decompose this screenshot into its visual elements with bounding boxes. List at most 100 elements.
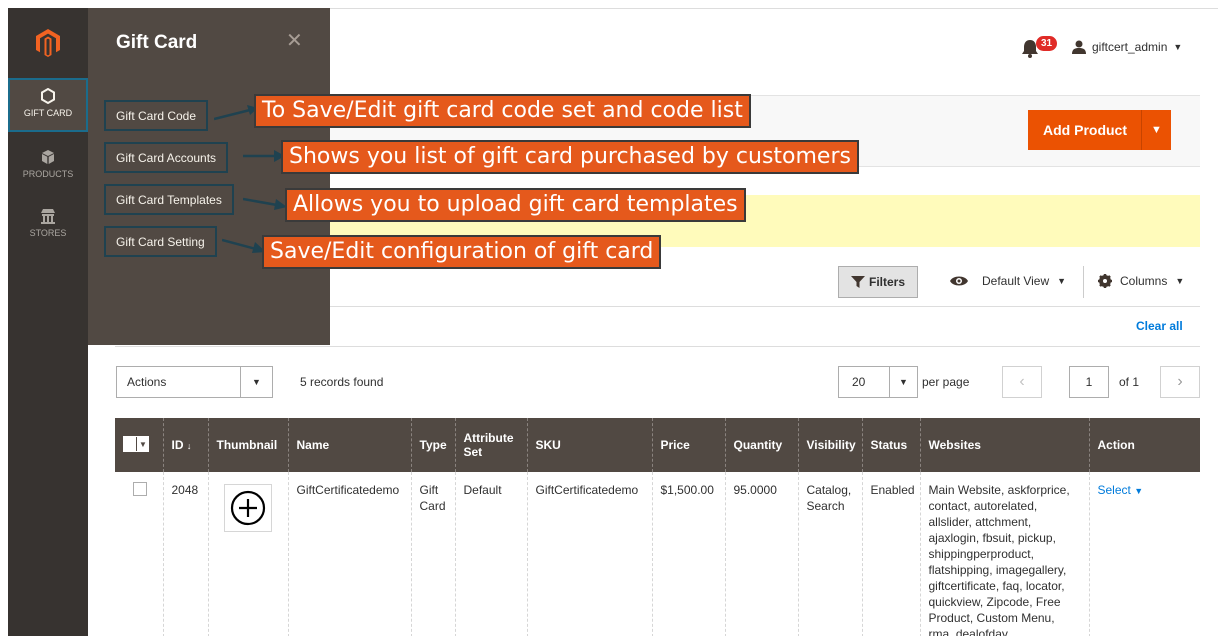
per-page-label: per page (922, 375, 970, 389)
column-header-status[interactable]: Status (861, 418, 920, 472)
chevron-down-icon: ▼ (1175, 276, 1185, 286)
filters-button[interactable]: Filters (838, 266, 919, 298)
sort-arrow-icon: ↓ (186, 441, 192, 451)
column-label: ID (171, 438, 184, 452)
admin-sidebar: GIFT CARD PRODUCTS STORES (8, 8, 88, 636)
column-header-thumbnail: Thumbnail (207, 418, 288, 472)
cube-icon (42, 150, 54, 164)
divider (115, 346, 1200, 347)
column-header-sku[interactable]: SKU (526, 418, 652, 472)
per-page-select[interactable]: 20 ▼ (838, 366, 918, 398)
sidebar-item-stores[interactable]: STORES (8, 200, 88, 254)
chevron-down-icon: ▼ (889, 367, 917, 397)
chevron-down-icon: ▼ (1134, 486, 1144, 496)
chevron-down-icon: ▼ (137, 437, 149, 451)
column-header-id[interactable]: ID ↓ (162, 418, 208, 472)
chevron-down-icon: ▼ (1151, 124, 1162, 136)
chevron-right-icon: › (1177, 373, 1183, 390)
product-thumbnail[interactable] (223, 484, 272, 532)
table-row: 2048 GiftCertificatedemo Gift Card Defau… (115, 472, 1200, 636)
add-product-dropdown-toggle[interactable]: ▼ (1141, 110, 1171, 150)
column-header-visibility[interactable]: Visibility (797, 418, 862, 472)
row-action-select[interactable]: Select ▼ (1098, 483, 1144, 497)
columns-control[interactable]: Columns ▼ (1098, 274, 1184, 288)
divider (330, 306, 1200, 307)
magento-logo[interactable] (8, 8, 88, 78)
product-grid: ▼ ID ↓ Thumbnail Name Type Attribute Set… (115, 418, 1200, 636)
toolbar-divider (1083, 266, 1084, 298)
plus-circle-icon (230, 490, 265, 526)
add-product-label: Add Product (1043, 122, 1127, 138)
add-product-button[interactable]: Add Product ▼ (1028, 110, 1171, 150)
mass-select-header[interactable]: ▼ (115, 418, 163, 472)
menu-link-gift-card-templates[interactable]: Gift Card Templates (104, 184, 234, 215)
per-page-value: 20 (852, 375, 866, 389)
mass-actions-select[interactable]: Actions ▼ (116, 366, 273, 398)
actions-label: Actions (127, 375, 167, 389)
row-checkbox[interactable] (133, 482, 147, 496)
cell-sku: GiftCertificatedemo (526, 472, 652, 636)
cell-name: GiftCertificatedemo (287, 472, 411, 636)
callout-gift-card-setting: Save/Edit configuration of gift card (262, 235, 662, 269)
callout-gift-card-accounts: Shows you list of gift card purchased by… (281, 140, 859, 174)
column-header-price[interactable]: Price (651, 418, 725, 472)
user-icon (1072, 40, 1086, 54)
view-switcher[interactable]: Default View ▼ (950, 274, 1066, 288)
row-action-label: Select (1097, 483, 1131, 497)
columns-label: Columns (1120, 274, 1168, 288)
notification-count-badge: 31 (1036, 36, 1058, 51)
gear-icon (1098, 274, 1112, 288)
close-icon[interactable]: ✕ (286, 28, 303, 53)
callout-arrow-icon (222, 238, 266, 253)
chevron-down-icon: ▼ (240, 367, 272, 397)
page-number-input[interactable]: 1 (1069, 366, 1109, 398)
menu-link-gift-card-code[interactable]: Gift Card Code (104, 100, 209, 131)
page-total: of 1 (1119, 375, 1140, 389)
gift-card-menu-panel: Gift Card ✕ Gift Card Code Gift Card Acc… (88, 8, 330, 345)
cell-quantity: 95.0000 (724, 472, 798, 636)
cell-action: Select ▼ (1088, 472, 1200, 636)
menu-link-gift-card-setting[interactable]: Gift Card Setting (104, 226, 217, 257)
store-icon (41, 209, 55, 224)
view-label: Default View (982, 274, 1050, 288)
clear-all-link[interactable]: Clear all (1136, 319, 1183, 333)
username: giftcert_admin (1092, 40, 1168, 54)
funnel-icon (851, 276, 865, 288)
cell-price: $1,500.00 (651, 472, 725, 636)
records-count: 5 records found (300, 375, 384, 389)
column-header-attribute-set[interactable]: Attribute Set (454, 418, 527, 472)
chevron-down-icon: ▼ (1173, 42, 1183, 52)
grid-header-row: ▼ ID ↓ Thumbnail Name Type Attribute Set… (115, 418, 1200, 472)
previous-page-button[interactable]: ‹ (1002, 366, 1042, 398)
callout-arrow-icon (214, 105, 258, 121)
sidebar-item-label: PRODUCTS (22, 169, 74, 179)
cell-websites: Main Website, askforprice, contact, auto… (919, 472, 1089, 636)
column-header-action: Action (1088, 418, 1200, 472)
column-header-websites[interactable]: Websites (919, 418, 1089, 472)
menu-link-gift-card-accounts[interactable]: Gift Card Accounts (104, 142, 229, 173)
sidebar-item-label: GIFT CARD (23, 108, 73, 118)
gift-card-hexagon-icon (41, 88, 55, 104)
callout-gift-card-code: To Save/Edit gift card code set and code… (254, 94, 751, 128)
cell-type: Gift Card (410, 472, 455, 636)
header-border (330, 8, 1218, 9)
cell-visibility: Catalog, Search (797, 472, 862, 636)
sidebar-item-products[interactable]: PRODUCTS (8, 141, 88, 195)
chevron-down-icon: ▼ (1057, 276, 1067, 286)
filters-label: Filters (869, 275, 906, 289)
user-menu[interactable]: giftcert_admin ▼ (1072, 40, 1182, 54)
cell-id: 2048 (162, 472, 208, 636)
eye-icon (950, 276, 968, 286)
sidebar-item-gift-card[interactable]: GIFT CARD (8, 78, 88, 132)
next-page-button[interactable]: › (1160, 366, 1200, 398)
panel-title: Gift Card (116, 32, 198, 53)
callout-gift-card-templates: Allows you to upload gift card templates (285, 188, 746, 222)
sidebar-item-label: STORES (29, 228, 67, 238)
column-header-type[interactable]: Type (410, 418, 455, 472)
cell-status: Enabled (861, 472, 920, 636)
cell-attribute-set: Default (454, 472, 527, 636)
mass-select-checkbox[interactable]: ▼ (123, 436, 149, 452)
column-header-name[interactable]: Name (287, 418, 411, 472)
column-header-quantity[interactable]: Quantity (724, 418, 798, 472)
callout-arrow-icon (243, 197, 287, 210)
